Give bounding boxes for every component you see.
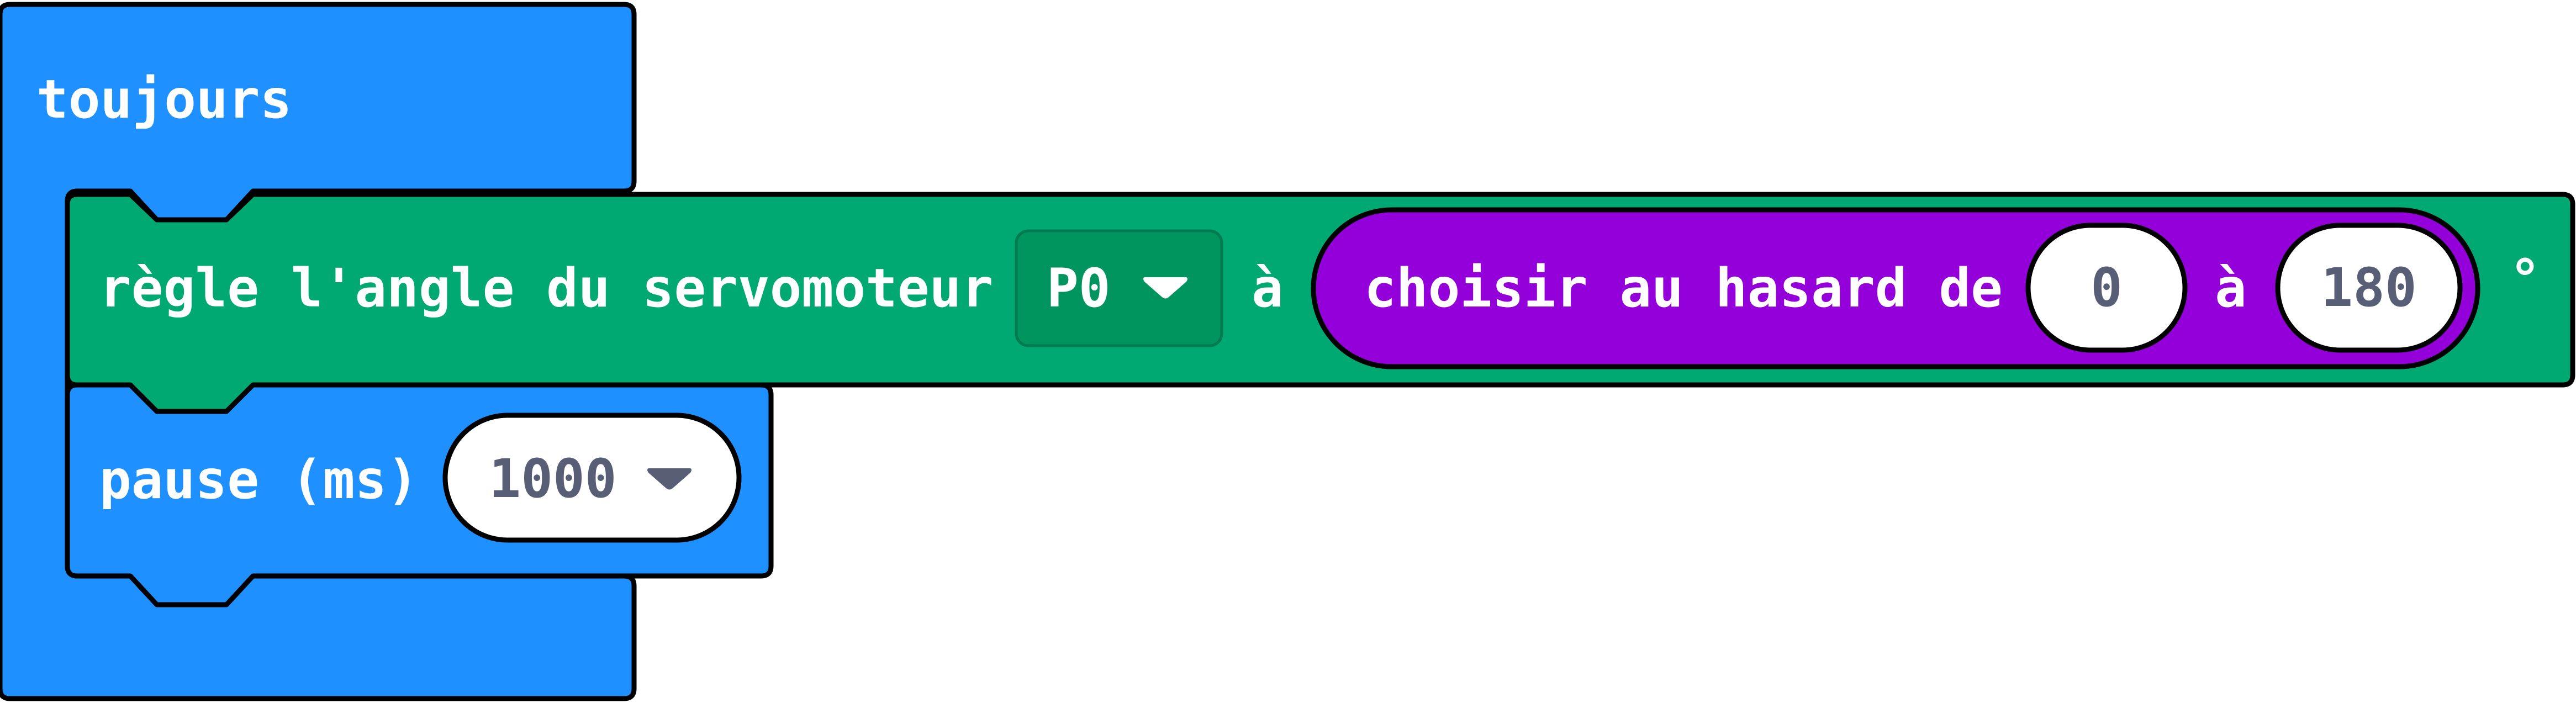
random-label: choisir au hasard de	[1364, 257, 2003, 319]
servo-to-label: à	[1252, 257, 1284, 319]
forever-label: toujours	[36, 68, 292, 130]
random-from-value: 0	[2091, 257, 2123, 319]
random-to-value: 180	[2321, 257, 2416, 319]
degree-unit-label: °	[2509, 248, 2541, 310]
duration-dropdown[interactable]: 1000	[442, 413, 742, 543]
pause-label: pause (ms)	[99, 449, 419, 511]
block-workspace: toujours pause (ms) 1000 règle l'angle d…	[0, 0, 2576, 703]
pause-block[interactable]: pause (ms) 1000	[65, 382, 774, 607]
servo-angle-block[interactable]: règle l'angle du servomoteur P0 à choisi…	[65, 192, 2575, 414]
block-canvas: toujours pause (ms) 1000 règle l'angle d…	[0, 2, 2575, 701]
pin-dropdown[interactable]: P0	[1015, 229, 1223, 347]
random-to-label: à	[2215, 257, 2247, 319]
pin-value: P0	[1047, 257, 1111, 319]
servo-label: règle l'angle du servomoteur	[99, 257, 993, 319]
random-block[interactable]: choisir au hasard de 0 à 180	[1311, 207, 2480, 369]
duration-value: 1000	[489, 448, 616, 510]
